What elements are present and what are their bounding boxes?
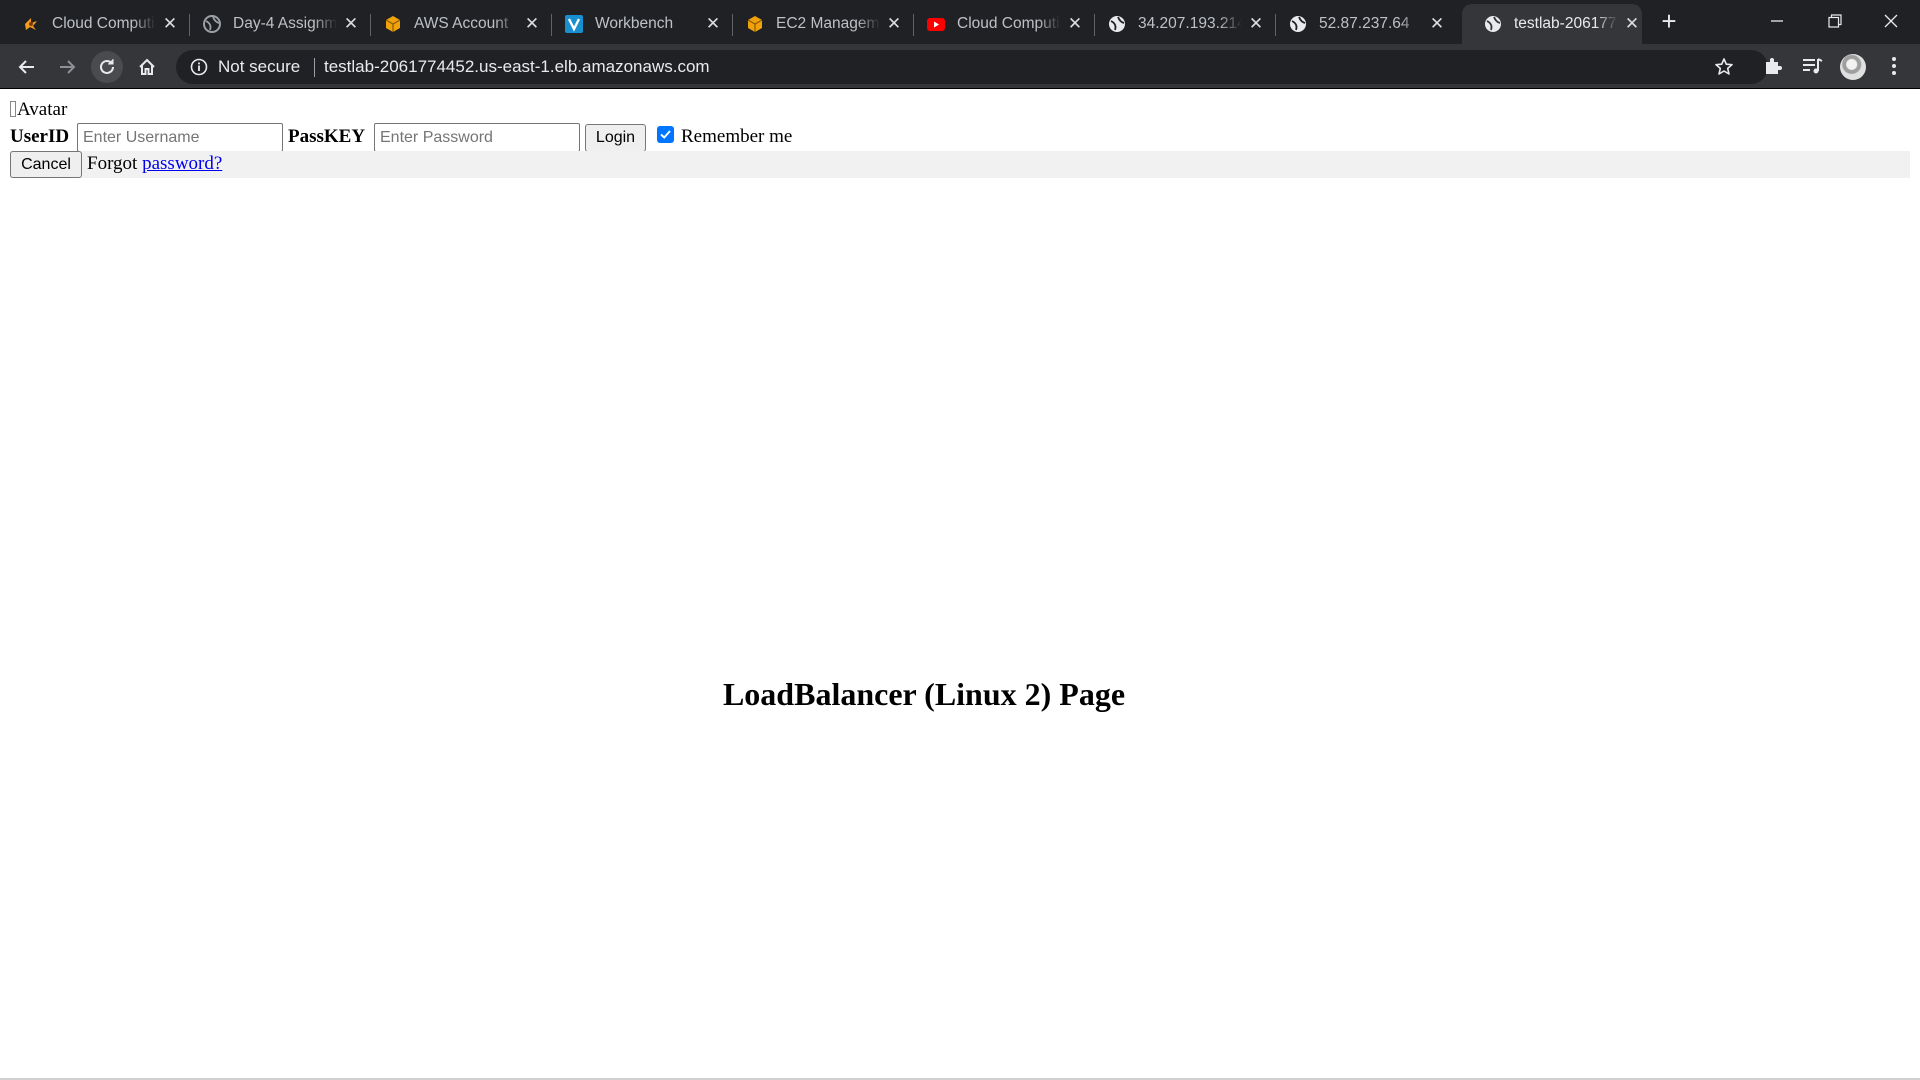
media-queue-icon[interactable] — [1800, 54, 1824, 78]
bookmark-star-icon[interactable] — [1714, 57, 1734, 82]
forgot-text: Forgot — [87, 153, 138, 174]
tab-cloud-computing-1[interactable]: Cloud Computing ✕ — [0, 4, 190, 44]
password-input[interactable] — [374, 123, 580, 152]
home-button[interactable] — [131, 51, 163, 83]
profile-avatar[interactable] — [1840, 54, 1866, 80]
tab-aws-account[interactable]: AWS Account ✕ — [362, 4, 552, 44]
cancel-button[interactable]: Cancel — [10, 151, 82, 178]
userid-label: UserID — [10, 126, 70, 147]
tab-title: 52.87.237.64 — [1319, 15, 1410, 32]
tab-ec2-management[interactable]: EC2 Management ✕ — [724, 4, 914, 44]
vocareum-v-icon — [565, 15, 583, 33]
info-icon[interactable] — [190, 58, 208, 81]
globe-icon — [203, 15, 221, 33]
address-bar[interactable]: Not secure testlab-2061774452.us-east-1.… — [176, 50, 1768, 84]
close-tab-icon[interactable]: ✕ — [1065, 14, 1085, 34]
back-arrow-icon — [18, 60, 34, 74]
cancel-container: Cancel Forgot password? — [10, 151, 1910, 178]
globe-icon — [1484, 15, 1502, 33]
youtube-icon — [927, 15, 945, 33]
security-status[interactable]: Not secure — [218, 58, 300, 76]
tab-ip-34[interactable]: 34.207.193.214 ✕ — [1086, 4, 1276, 44]
checkmark-icon — [660, 130, 671, 139]
close-tab-icon[interactable]: ✕ — [884, 14, 904, 34]
forgot-password-link[interactable]: password? — [142, 153, 222, 174]
forward-arrow-icon — [60, 60, 76, 74]
remember-me-label[interactable]: Remember me — [681, 126, 792, 148]
tab-testlab-active[interactable]: testlab-2061774452 ✕ — [1462, 4, 1642, 44]
username-input[interactable] — [77, 123, 283, 152]
home-icon — [139, 58, 155, 75]
tab-title: Workbench — [595, 15, 674, 32]
tab-title: testlab-2061774452 — [1514, 15, 1618, 32]
globe-icon — [1289, 15, 1307, 33]
close-tab-icon[interactable]: ✕ — [1427, 14, 1447, 34]
extensions-puzzle-icon[interactable] — [1761, 54, 1785, 78]
reload-icon — [100, 59, 114, 74]
login-button[interactable]: Login — [585, 124, 646, 152]
forward-button[interactable] — [51, 51, 83, 83]
avatar-image: Avatar — [10, 99, 67, 121]
back-button[interactable] — [11, 51, 43, 83]
page-content: Avatar UserID PassKEY Login Remember me … — [0, 90, 1920, 1080]
tab-title: Day-4 Assignment — [233, 15, 337, 32]
close-tab-icon[interactable]: ✕ — [522, 14, 542, 34]
tab-title: Cloud Computing — [957, 15, 1061, 32]
aws-box-icon — [746, 15, 764, 33]
tab-title: AWS Account — [414, 15, 509, 32]
remember-me-checkbox[interactable] — [657, 126, 674, 143]
menu-kebab-icon[interactable] — [1882, 54, 1906, 78]
tab-ip-52[interactable]: 52.87.237.64 ✕ — [1267, 4, 1444, 44]
tab-title: Cloud Computing — [52, 15, 156, 32]
tab-strip: Cloud Computing ✕ Day-4 Assignment ✕ AWS… — [0, 0, 1920, 44]
url-text[interactable]: testlab-2061774452.us-east-1.elb.amazona… — [324, 58, 710, 76]
avatar-alt-text: Avatar — [17, 99, 68, 120]
restore-button[interactable] — [1806, 0, 1864, 40]
tab-title: EC2 Management — [776, 15, 880, 32]
close-window-button[interactable] — [1862, 0, 1920, 40]
browser-toolbar: Not secure testlab-2061774452.us-east-1.… — [0, 44, 1920, 89]
tab-workbench[interactable]: Workbench ✕ — [543, 4, 733, 44]
new-tab-button[interactable]: + — [1655, 8, 1683, 36]
close-tab-icon[interactable]: ✕ — [341, 14, 361, 34]
tab-day4-assignment[interactable]: Day-4 Assignment ✕ — [181, 4, 371, 44]
close-tab-icon[interactable]: ✕ — [1622, 14, 1642, 34]
forgot-password: Forgot password? — [87, 153, 222, 175]
globe-icon — [1108, 15, 1126, 33]
aws-swirl-icon — [22, 15, 40, 33]
broken-image-icon — [10, 101, 16, 117]
close-tab-icon[interactable]: ✕ — [1246, 14, 1266, 34]
close-tab-icon[interactable]: ✕ — [160, 14, 180, 34]
page-heading: LoadBalancer (Linux 2) Page — [722, 676, 1126, 712]
passkey-label: PassKEY — [288, 126, 366, 147]
tab-cloud-computing-youtube[interactable]: Cloud Computing ✕ — [905, 4, 1095, 44]
close-tab-icon[interactable]: ✕ — [703, 14, 723, 34]
tab-title: 34.207.193.214 — [1138, 15, 1242, 32]
minimize-button[interactable] — [1748, 0, 1806, 40]
reload-button[interactable] — [91, 51, 123, 83]
aws-box-icon — [384, 15, 402, 33]
